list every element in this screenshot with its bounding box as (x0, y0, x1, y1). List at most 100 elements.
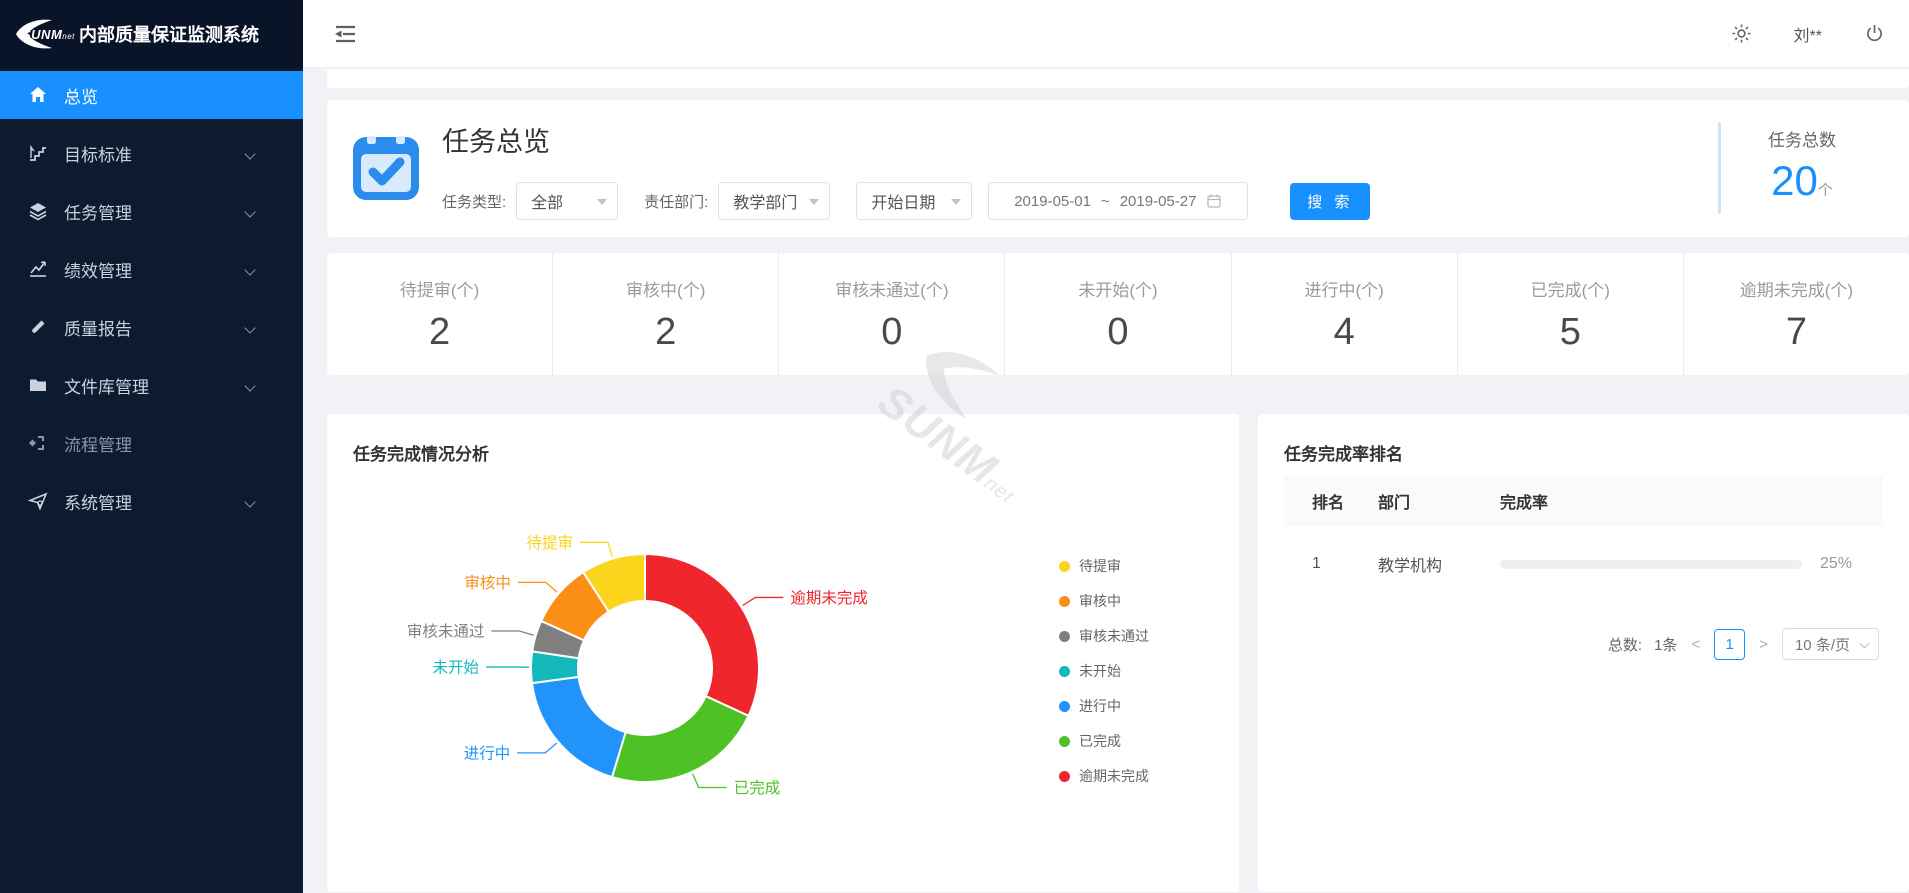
sidebar-item-system-management[interactable]: 系统管理 (0, 477, 303, 525)
donut-slice-已完成[interactable] (612, 696, 748, 782)
caret-down-icon (597, 199, 607, 205)
filter-row: 任务类型: 全部 责任部门: 教学部门 开始日期 2019-05-01 ~ 20… (442, 182, 1370, 220)
legend-label: 审核中 (1079, 591, 1121, 611)
sidebar-item-performance-management[interactable]: 绩效管理 (0, 245, 303, 293)
task-type-label: 任务类型: (442, 191, 506, 212)
donut-slice-进行中[interactable] (532, 677, 626, 777)
sidebar-item-label: 总览 (64, 83, 98, 108)
stat-label: 已完成(个) (1458, 276, 1683, 301)
stat-cell-1: 审核中(个)2 (552, 253, 778, 375)
donut-label: 审核未通过 (407, 623, 485, 641)
date-type-select[interactable]: 开始日期 (856, 182, 972, 220)
col-header-rate: 完成率 (1500, 489, 1548, 513)
stat-cell-3: 未开始(个) 0 (1004, 253, 1230, 375)
donut-label: 审核中 (464, 574, 511, 592)
paper-plane-icon (27, 490, 49, 512)
pencil-icon (27, 316, 49, 338)
calendar-check-icon (353, 134, 419, 205)
donut-label: 已完成 (734, 779, 781, 797)
settings-gear-icon[interactable] (1731, 23, 1752, 44)
chevron-down-icon (244, 496, 255, 507)
rank-table: 排名 部门 完成率 1教学机构 25% (1284, 476, 1883, 602)
donut-slice-逾期未完成[interactable] (645, 554, 759, 716)
sidebar-item-label: 任务管理 (64, 199, 132, 224)
sidebar-item-label: 质量报告 (64, 315, 132, 340)
sidebar-item-label: 文件库管理 (64, 373, 149, 398)
sidebar-item-process-management[interactable]: 流程管理 (0, 419, 303, 467)
rank-cell: 1 (1312, 555, 1378, 573)
chevron-down-icon (1860, 639, 1870, 649)
stat-label: 逾期未完成(个) (1684, 276, 1909, 301)
stat-value: 2 (327, 311, 552, 354)
donut-callout-line (580, 542, 612, 556)
task-total-unit: 个 (1818, 182, 1833, 199)
completion-rank-card: 任务完成率排名 排名 部门 完成率 1教学机构25% 总数: 1条 < 1 > … (1258, 414, 1909, 892)
stat-cell-0: 待提审(个)2 (327, 253, 552, 375)
col-header-dept: 部门 (1378, 489, 1500, 513)
stat-value: 0 (1005, 311, 1230, 354)
rank-table-header: 排名 部门 完成率 (1284, 476, 1883, 526)
dept-label: 责任部门: (644, 191, 708, 212)
sidebar-item-target-standard[interactable]: 目标标准 (0, 129, 303, 177)
sidebar-item-file-library[interactable]: 文件库管理 (0, 361, 303, 409)
sidebar-item-label: 目标标准 (64, 141, 132, 166)
sidebar-item-overview[interactable]: 总览 (0, 71, 303, 119)
legend-item-审核未通过[interactable]: 审核未通过 (1059, 626, 1149, 646)
page-title: 任务总览 (442, 120, 550, 159)
page-number-button[interactable]: 1 (1714, 629, 1745, 660)
stat-cell-5: 已完成(个)5 (1457, 253, 1683, 375)
sunm-logo-icon: SUNMnet (12, 17, 70, 51)
sidebar-item-quality-report[interactable]: 质量报告 (0, 303, 303, 351)
stat-cell-4: 进行中(个)4 (1231, 253, 1457, 375)
next-page-button[interactable]: > (1757, 636, 1770, 653)
chevron-down-icon (244, 322, 255, 333)
task-completion-chart-card: 任务完成情况分析 逾期未完成已完成进行中未开始审核未通过审核中待提审 待提审审核… (327, 414, 1239, 892)
page-size-select[interactable]: 10 条/页 (1782, 628, 1879, 660)
stat-cell-2: 审核未通过(个)0 (778, 253, 1004, 375)
chevron-down-icon (244, 264, 255, 275)
col-header-rank: 排名 (1312, 489, 1378, 513)
task-type-select[interactable]: 全部 (516, 182, 618, 220)
donut-callout-line (491, 631, 533, 635)
stairs-icon (27, 142, 49, 164)
dept-cell: 教学机构 (1378, 552, 1500, 576)
date-range-input[interactable]: 2019-05-01 ~ 2019-05-27 (988, 182, 1248, 220)
legend-dot-icon (1059, 771, 1070, 782)
user-menu[interactable]: 刘** (1794, 22, 1822, 46)
sidebar-item-task-management[interactable]: 任务管理 (0, 187, 303, 235)
legend-label: 审核未通过 (1079, 626, 1149, 646)
legend-label: 进行中 (1079, 696, 1121, 716)
date-start-value: 2019-05-01 (1014, 193, 1091, 210)
search-button[interactable]: 搜 索 (1290, 183, 1370, 220)
legend-dot-icon (1059, 701, 1070, 712)
sidebar-collapse-button[interactable] (332, 23, 358, 45)
flow-icon (27, 432, 49, 454)
chevron-down-icon (244, 148, 255, 159)
rate-label: 25% (1820, 555, 1852, 573)
stat-label: 进行中(个) (1232, 276, 1457, 301)
task-total-value: 20个 (1729, 157, 1875, 205)
stat-value: 0 (779, 311, 1004, 354)
chart-legend: 待提审审核中审核未通过未开始进行中已完成逾期未完成 (1059, 556, 1149, 786)
scrolled-card-remnant (327, 69, 1909, 88)
legend-item-已完成[interactable]: 已完成 (1059, 731, 1149, 751)
legend-item-审核中[interactable]: 审核中 (1059, 591, 1149, 611)
task-total-block: 任务总数 20个 (1729, 126, 1875, 205)
dept-value: 教学部门 (733, 189, 797, 213)
rank-card-title: 任务完成率排名 (1284, 440, 1403, 465)
dept-select[interactable]: 教学部门 (718, 182, 830, 220)
table-row: 1教学机构 25% (1284, 526, 1883, 602)
stat-label: 未开始(个) (1005, 276, 1230, 301)
pagination-total-value: 1条 (1654, 634, 1677, 655)
caret-down-icon (951, 199, 961, 205)
legend-item-待提审[interactable]: 待提审 (1059, 556, 1149, 576)
prev-page-button[interactable]: < (1689, 636, 1702, 653)
legend-item-未开始[interactable]: 未开始 (1059, 661, 1149, 681)
page-size-value: 10 条/页 (1795, 634, 1850, 655)
donut-callout-line (743, 597, 784, 605)
logout-power-icon[interactable] (1864, 23, 1885, 44)
donut-label: 逾期未完成 (790, 589, 868, 607)
legend-item-进行中[interactable]: 进行中 (1059, 696, 1149, 716)
donut-label: 未开始 (432, 659, 479, 677)
legend-item-逾期未完成[interactable]: 逾期未完成 (1059, 766, 1149, 786)
